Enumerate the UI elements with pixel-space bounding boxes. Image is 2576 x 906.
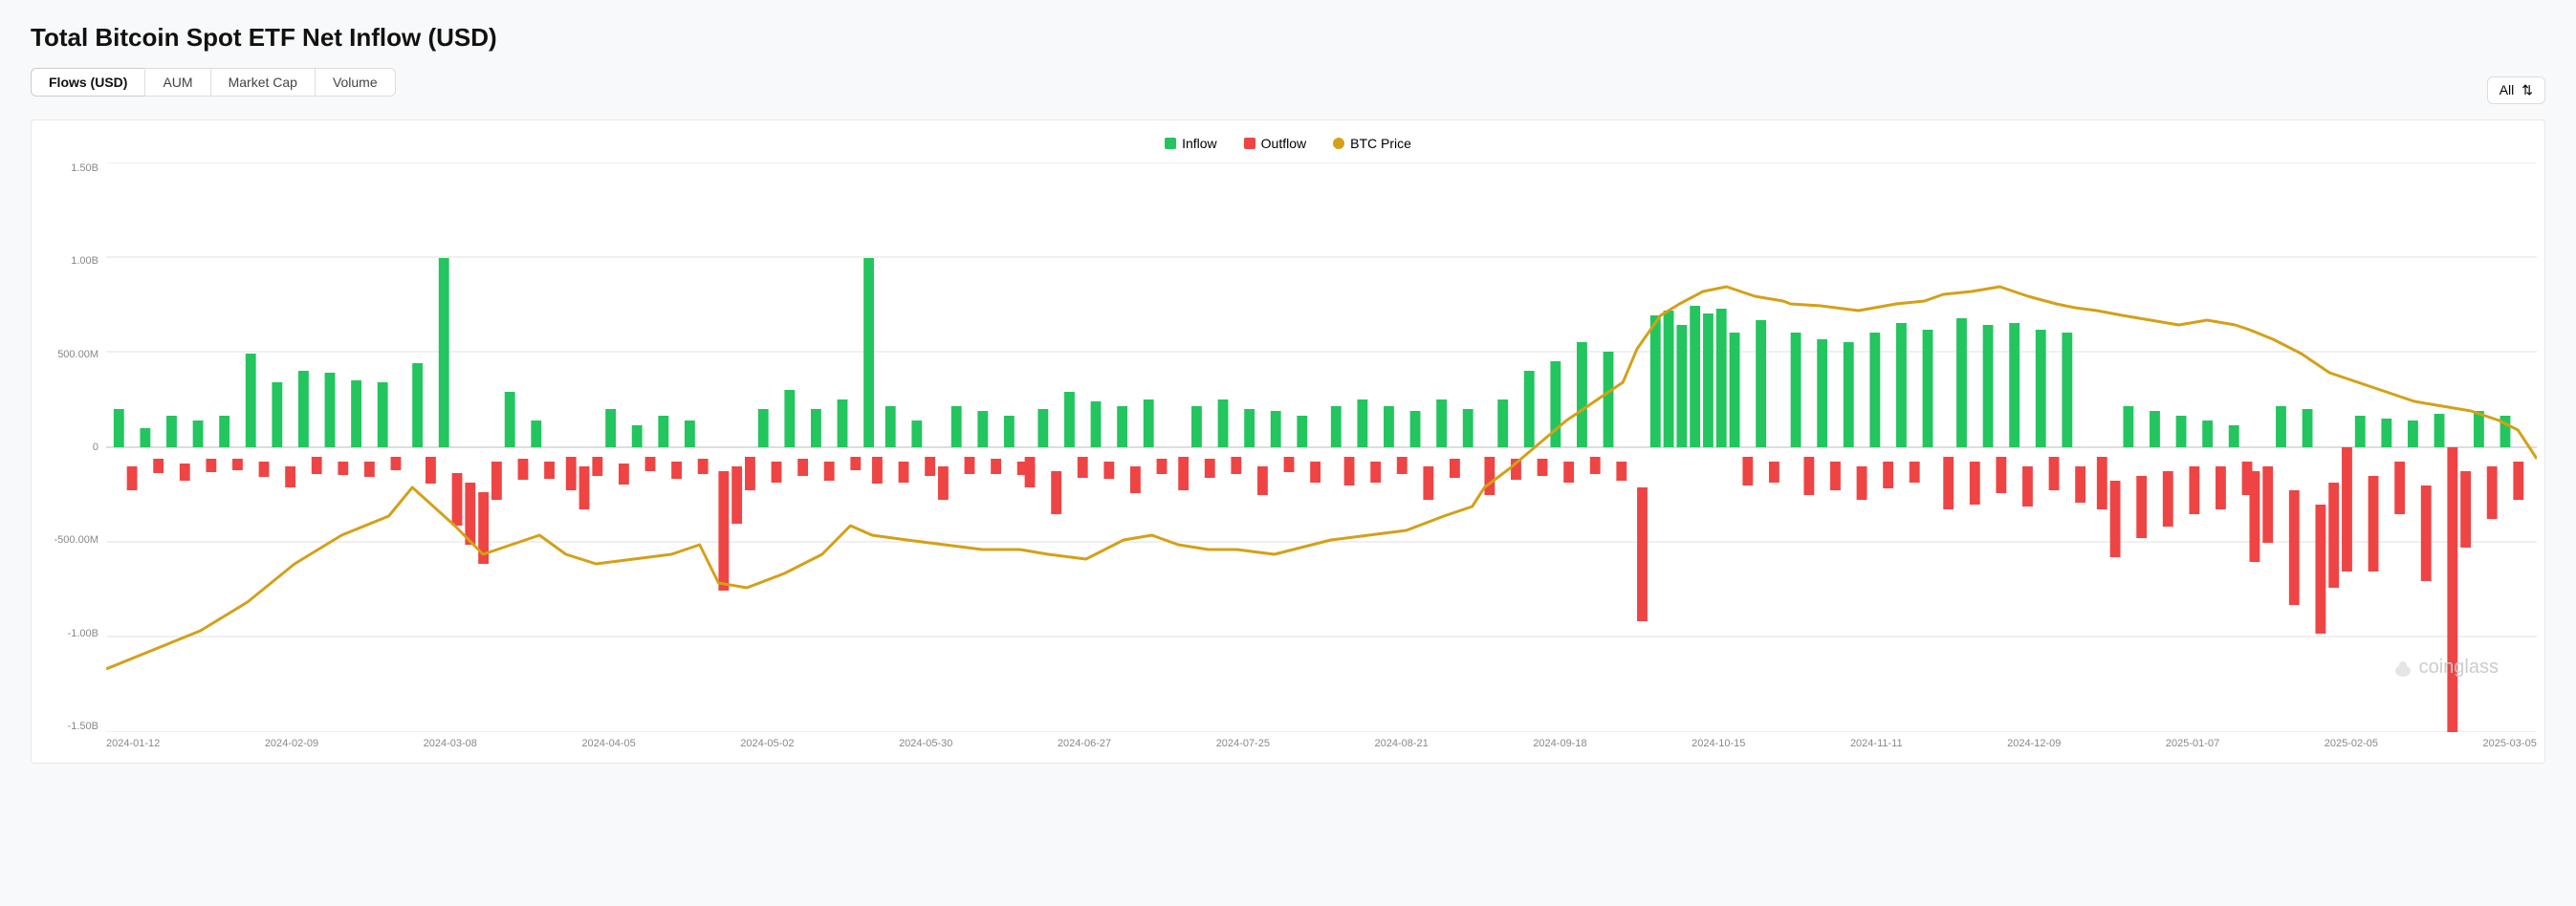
x-axis: 2024-01-12 2024-02-09 2024-03-08 2024-04… [106, 732, 2537, 755]
page-title: Total Bitcoin Spot ETF Net Inflow (USD) [31, 23, 2545, 53]
outflow-dot [1244, 138, 1255, 149]
tab-bar: Flows (USD) AUM Market Cap Volume [31, 68, 396, 97]
legend-inflow: Inflow [1165, 136, 1217, 151]
btcprice-dot [1333, 138, 1344, 149]
tab-marketcap[interactable]: Market Cap [210, 68, 315, 97]
inflow-dot [1165, 138, 1176, 149]
chart-container: Inflow Outflow BTC Price 1.50B 1.00B 500… [31, 119, 2545, 764]
legend-outflow: Outflow [1244, 136, 1306, 151]
chart-svg [106, 162, 2537, 732]
tab-volume[interactable]: Volume [315, 68, 396, 97]
y-axis: 1.50B 1.00B 500.00M 0 -500.00M -1.00B -1… [39, 162, 106, 755]
legend-btcprice: BTC Price [1333, 136, 1411, 151]
chart-area: 1.50B 1.00B 500.00M 0 -500.00M -1.00B -1… [39, 162, 2537, 755]
range-selector[interactable]: All ⇅ [2487, 76, 2545, 104]
plot-area [106, 162, 2537, 732]
legend: Inflow Outflow BTC Price [39, 136, 2537, 151]
watermark: coinglass [2392, 657, 2499, 679]
tab-aum[interactable]: AUM [144, 68, 209, 97]
tab-flows[interactable]: Flows (USD) [31, 68, 144, 97]
